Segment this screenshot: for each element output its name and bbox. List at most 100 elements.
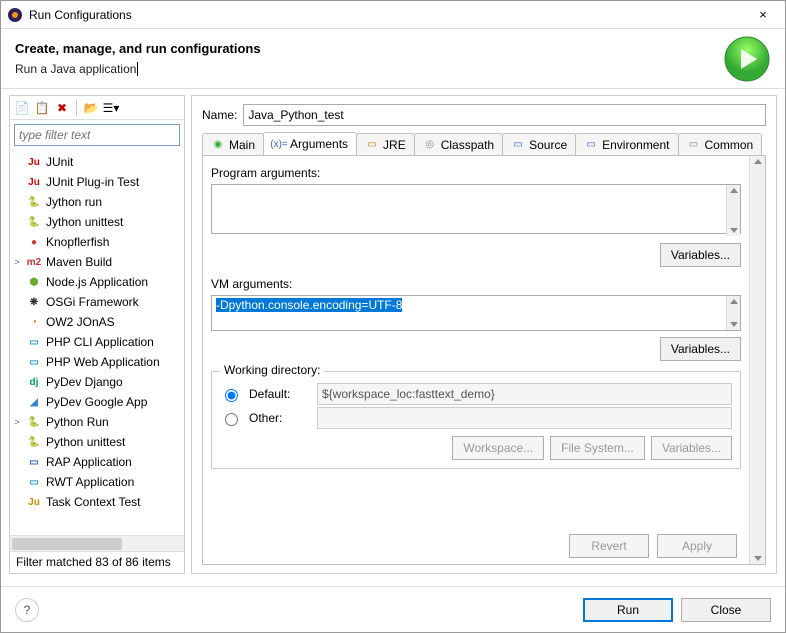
config-type-icon: 🐍 (26, 414, 42, 430)
tree-item-label: OSGi Framework (46, 295, 139, 309)
tree-item-label: JUnit (46, 155, 73, 169)
textarea-scroll[interactable] (726, 185, 740, 236)
header: Create, manage, and run configurations R… (1, 29, 785, 89)
config-type-icon: ❋ (26, 294, 42, 310)
tab-environment[interactable]: ▭Environment (575, 133, 678, 155)
expand-icon[interactable]: > (12, 257, 22, 267)
vm-args-input[interactable]: -Dpython.console.encoding=UTF-8 (211, 295, 741, 331)
footer: ? Run Close (1, 586, 785, 632)
vm-variables-button[interactable]: Variables... (660, 337, 741, 361)
wd-default-input (317, 383, 732, 405)
config-type-icon: m2 (26, 254, 42, 270)
tab-icon: ▭ (511, 138, 525, 152)
help-button[interactable]: ? (15, 598, 39, 622)
tab-common[interactable]: ▭Common (678, 133, 763, 155)
tab-icon: ◉ (211, 138, 225, 152)
config-type-icon: ▭ (26, 474, 42, 490)
config-type-icon: 🐍 (26, 434, 42, 450)
textarea-scroll[interactable] (726, 296, 740, 330)
apply-button[interactable]: Apply (657, 534, 737, 558)
config-type-icon: Ju (26, 174, 42, 190)
close-button[interactable]: Close (681, 598, 771, 622)
left-toolbar: 📄 📋 ✖ 📂 ☰▾ (10, 96, 184, 120)
config-type-icon: ▭ (26, 334, 42, 350)
program-args-label: Program arguments: (211, 166, 757, 180)
window-title: Run Configurations (29, 8, 747, 22)
tree-item-label: OW2 JOnAS (46, 315, 115, 329)
name-label: Name: (202, 108, 237, 122)
tree-item[interactable]: ⬢Node.js Application (10, 272, 184, 292)
duplicate-icon[interactable]: 📋 (34, 100, 50, 116)
tree-item[interactable]: ▭ PHP CLI Application (10, 332, 184, 352)
new-config-icon[interactable]: 📄 (14, 100, 30, 116)
tab-arguments[interactable]: (x)= Arguments (263, 132, 357, 155)
close-icon[interactable]: × (747, 7, 779, 22)
tree-item-label: Jython unittest (46, 215, 123, 229)
config-type-icon: ▭ (26, 354, 42, 370)
tree-item[interactable]: ❋ OSGi Framework (10, 292, 184, 312)
tree-item[interactable]: ◢ PyDev Google App (10, 392, 184, 412)
tree-item[interactable]: ▭RAP Application (10, 452, 184, 472)
v-scrollbar[interactable] (749, 156, 765, 564)
program-variables-button[interactable]: Variables... (660, 243, 741, 267)
tree-item-label: PyDev Google App (46, 395, 147, 409)
wd-default-radio[interactable] (225, 389, 238, 402)
tab-label: Arguments (290, 137, 348, 151)
tree-item[interactable]: ▭ PHP Web Application (10, 352, 184, 372)
config-editor: Name: ◉ Main (x)= Arguments ▭JRE◎Classpath▭S… (191, 95, 777, 574)
config-type-icon: ◢ (26, 394, 42, 410)
config-type-icon: 🐍 (26, 194, 42, 210)
tree-item[interactable]: ▭RWT Application (10, 472, 184, 492)
tree-item[interactable]: ◔ OW2 JOnAS (10, 312, 184, 332)
tab-icon: (x)= (272, 137, 286, 151)
tree-item[interactable]: 🐍Python unittest (10, 432, 184, 452)
tab-source[interactable]: ▭Source (502, 133, 576, 155)
tab-classpath[interactable]: ◎Classpath (414, 133, 503, 155)
working-dir-label: Working directory: (220, 363, 324, 377)
tree-item-label: Maven Build (46, 255, 112, 269)
wd-other-radio[interactable] (225, 413, 238, 426)
expand-icon[interactable]: > (12, 417, 22, 427)
tree-item-label: Task Context Test (46, 495, 141, 509)
workspace-button[interactable]: Workspace... (452, 436, 544, 460)
tree-item[interactable]: ●Knopflerfish (10, 232, 184, 252)
wd-other-input (317, 407, 732, 429)
tree-item-label: PHP CLI Application (46, 335, 154, 349)
filter-menu-icon[interactable]: ☰▾ (103, 100, 119, 116)
tree-item-label: Jython run (46, 195, 102, 209)
program-args-input[interactable] (211, 184, 741, 234)
tree-item-label: RAP Application (46, 455, 132, 469)
tree-item[interactable]: JuJUnit Plug-in Test (10, 172, 184, 192)
revert-button[interactable]: Revert (569, 534, 649, 558)
filesystem-button[interactable]: File System... (550, 436, 645, 460)
tab-main[interactable]: ◉ Main (202, 133, 264, 155)
name-input[interactable] (243, 104, 766, 126)
tree-item[interactable]: 🐍 Jython unittest (10, 212, 184, 232)
tree-item[interactable]: > m2 Maven Build (10, 252, 184, 272)
tab-label: Main (229, 138, 255, 152)
tab-bar: ◉Main(x)=Arguments▭JRE◎Classpath▭Source▭… (202, 132, 766, 156)
filter-input[interactable] (14, 124, 180, 146)
h-scrollbar[interactable] (10, 535, 184, 551)
config-type-icon: dj (26, 374, 42, 390)
wd-variables-button[interactable]: Variables... (651, 436, 732, 460)
delete-icon[interactable]: ✖ (54, 100, 70, 116)
config-tree[interactable]: Ju JUnit JuJUnit Plug-in Test 🐍 Jython run 🐍 J… (10, 150, 184, 535)
tree-item-label: PHP Web Application (46, 355, 160, 369)
config-type-icon: Ju (26, 154, 42, 170)
tab-label: Common (705, 138, 754, 152)
tree-item[interactable]: >🐍Python Run (10, 412, 184, 432)
collapse-icon[interactable]: 📂 (83, 100, 99, 116)
tree-item[interactable]: Ju JUnit (10, 152, 184, 172)
config-type-icon: ● (26, 234, 42, 250)
config-type-icon: 🐍 (26, 214, 42, 230)
working-dir-group: Working directory: Default: Other: Works… (211, 371, 741, 469)
tree-item[interactable]: djPyDev Django (10, 372, 184, 392)
run-button[interactable]: Run (583, 598, 673, 622)
tree-item[interactable]: JuTask Context Test (10, 492, 184, 512)
eclipse-icon (7, 7, 23, 23)
config-type-icon: ◔ (26, 314, 42, 330)
tab-jre[interactable]: ▭JRE (356, 133, 415, 155)
tree-item[interactable]: 🐍 Jython run (10, 192, 184, 212)
vm-args-label: VM arguments: (211, 277, 757, 291)
